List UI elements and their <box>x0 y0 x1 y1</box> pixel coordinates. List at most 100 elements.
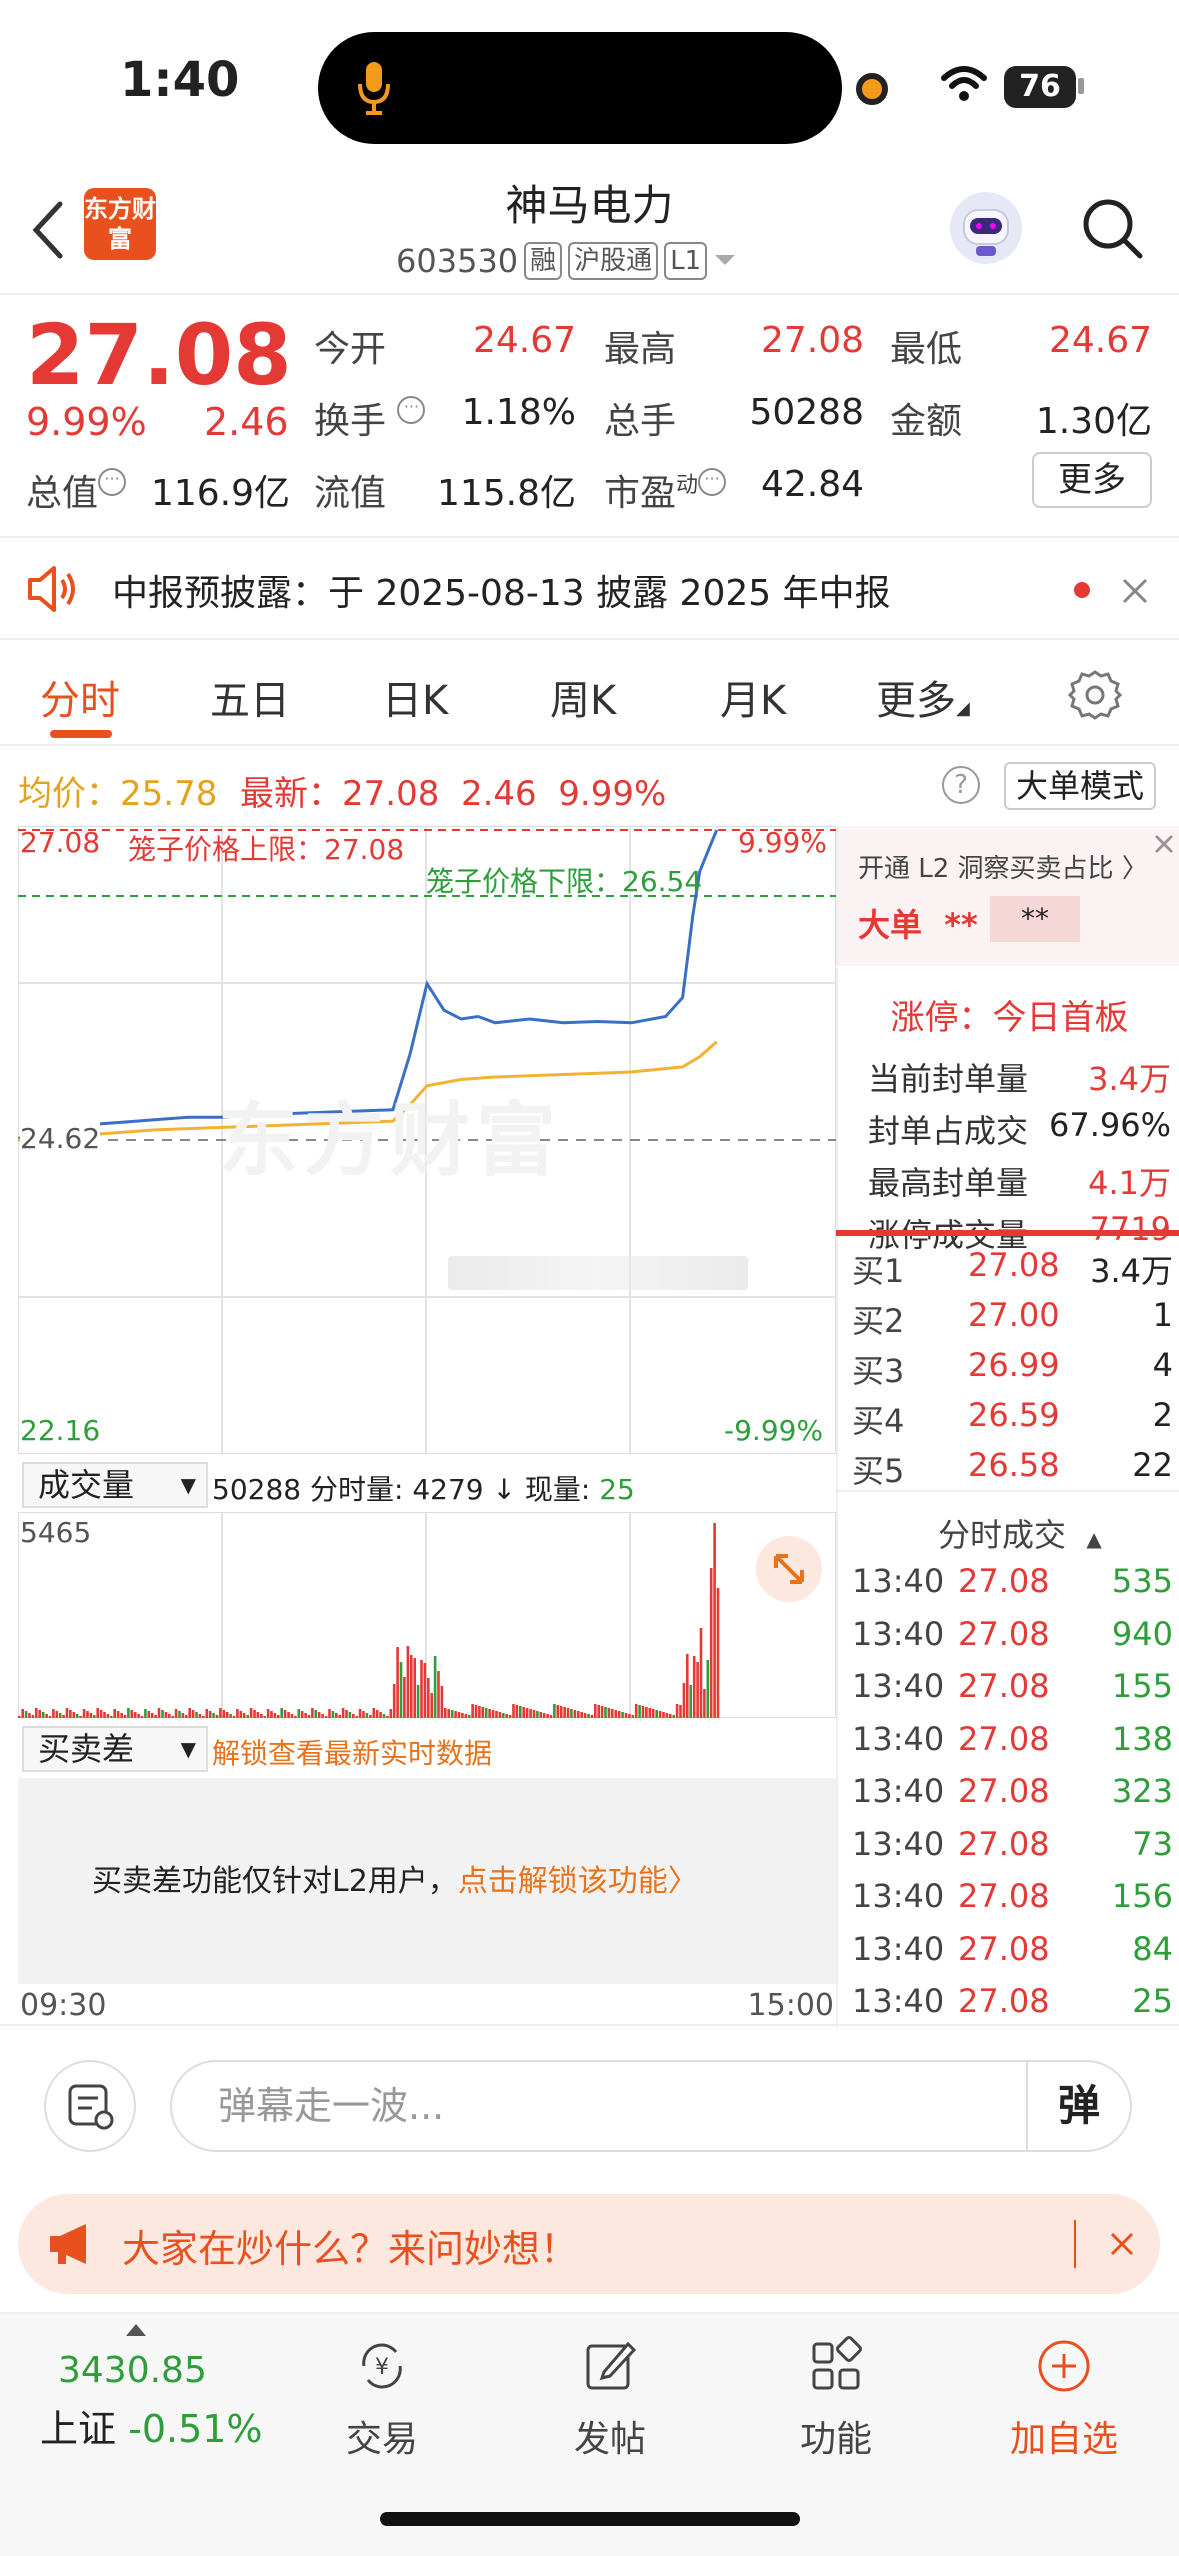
comment-bar: 弹幕走一波... 弹 <box>0 2024 1179 2174</box>
add-circle-icon <box>1038 2340 1090 2392</box>
volume-bar <box>208 1711 212 1718</box>
stock-code-row[interactable]: 603530 融 沪股通 L1 <box>396 242 737 280</box>
nav-add-watchlist[interactable]: 加自选 <box>984 2334 1144 2462</box>
volume-bar <box>198 1714 202 1718</box>
label-pe[interactable]: 市盈动 ··· <box>604 464 727 516</box>
volume-bar <box>331 1711 335 1718</box>
tab-monthly-k[interactable]: 月K <box>720 668 786 726</box>
trade-volume: 156 <box>1111 1877 1173 1915</box>
volume-bar <box>317 1712 321 1718</box>
nav-functions[interactable]: 功能 <box>756 2334 916 2462</box>
nav-trade[interactable]: ¥ 交易 <box>302 2334 462 2462</box>
volume-bar <box>280 1708 283 1718</box>
volume-bar <box>546 1714 549 1718</box>
unlock-link[interactable]: 点击解锁该功能〉 <box>458 1864 698 1899</box>
buy-sell-diff-header: 买卖差 ▼ 解锁查看最新实时数据 <box>18 1720 836 1776</box>
volume-bar <box>638 1705 641 1718</box>
message-settings-icon[interactable] <box>44 2060 136 2152</box>
volume-bar <box>355 1716 358 1718</box>
volume-bar <box>420 1660 423 1718</box>
volume-bar <box>41 1712 45 1718</box>
battery-tip <box>1078 78 1084 94</box>
intraday-chart[interactable]: 东方财富 27.08 笼子价格上限：27.08 9.99% 笼子价格下限：26.… <box>18 826 836 1454</box>
volume-bar <box>522 1707 525 1718</box>
label-turnover[interactable]: 换手 ··· <box>314 392 426 444</box>
unlock-hint[interactable]: 解锁查看最新实时数据 <box>212 1732 492 1772</box>
help-icon[interactable]: ? <box>942 766 980 804</box>
index-quote[interactable]: 上证 -0.51% <box>40 2398 263 2453</box>
volume-bar <box>362 1711 365 1718</box>
volume-bar <box>188 1708 191 1718</box>
bid-label: 买1 <box>852 1252 905 1290</box>
more-button[interactable]: 更多 <box>1032 452 1152 508</box>
volume-bar <box>553 1704 556 1718</box>
volume-bar <box>130 1710 134 1718</box>
volume-bar <box>75 1714 79 1718</box>
close-icon[interactable] <box>1152 832 1176 856</box>
value-turnover: 1.18% <box>461 392 576 433</box>
volume-bar <box>335 1713 338 1718</box>
svg-text:¥: ¥ <box>375 2355 389 2380</box>
ai-assistant-robot-icon[interactable] <box>950 192 1022 264</box>
volume-bar <box>672 1715 675 1718</box>
label-volume: 总手 <box>604 401 677 442</box>
volume-bar <box>488 1709 491 1718</box>
index-value[interactable]: 3430.85 <box>58 2350 207 2391</box>
volume-bar <box>713 1523 716 1718</box>
nav-post[interactable]: 发帖 <box>530 2334 690 2462</box>
volume-bar <box>164 1712 168 1718</box>
danmu-toggle-button[interactable]: 弹 <box>1026 2062 1130 2150</box>
volume-bar <box>96 1708 99 1718</box>
tab-intraday[interactable]: 分时 <box>40 668 120 726</box>
trade-price: 27.08 <box>958 1719 1050 1758</box>
trade-volume: 155 <box>1111 1667 1173 1705</box>
volume-bar <box>461 1713 464 1718</box>
quote-summary: 27.08 9.99% 2.46 今开 24.67 最高 27.08 最低 24… <box>0 296 1179 538</box>
volume-bar <box>18 1716 21 1718</box>
volume-bar <box>294 1716 297 1718</box>
volume-bar <box>658 1711 662 1718</box>
volume-selector[interactable]: 成交量 ▼ <box>22 1462 208 1508</box>
tab-5day[interactable]: 五日 <box>210 668 290 726</box>
trade-price: 27.08 <box>958 1929 1050 1968</box>
diff-selector[interactable]: 买卖差 ▼ <box>22 1726 208 1772</box>
volume-chart: 5465 <box>18 1512 836 1718</box>
notice-bar[interactable]: 中报预披露：于 2025-08-13 披露 2025 年中报 <box>0 540 1179 640</box>
volume-bar <box>508 1715 512 1718</box>
label-mktcap[interactable]: 总值 ··· <box>26 464 127 516</box>
volume-bar <box>229 1714 232 1718</box>
tab-more[interactable]: 更多◢ <box>876 668 970 726</box>
value-volume: 50288 <box>749 392 864 433</box>
volume-bar <box>410 1655 413 1718</box>
volume-bar <box>515 1705 519 1718</box>
expand-icon[interactable] <box>756 1536 822 1602</box>
l2-promo[interactable]: 开通 L2 洞察买卖占比 〉 大单 ** ** <box>836 826 1179 966</box>
volume-bar <box>31 1715 35 1718</box>
volume-bar <box>144 1709 147 1718</box>
close-icon[interactable] <box>1120 576 1150 606</box>
search-icon[interactable] <box>1080 196 1144 260</box>
ask-ai-banner[interactable]: 大家在炒什么？来问妙想！ <box>18 2194 1160 2294</box>
big-order-mode-button[interactable]: 大单模式 <box>1004 762 1156 810</box>
tab-weekly-k[interactable]: 周K <box>550 668 616 726</box>
volume-bar <box>270 1711 273 1718</box>
danmu-input[interactable]: 弹幕走一波... <box>170 2060 1132 2152</box>
settings-gear-icon[interactable] <box>1068 668 1122 722</box>
banner-divider <box>1074 2220 1076 2268</box>
volume-bar <box>549 1715 553 1718</box>
volume-bar <box>457 1712 461 1718</box>
volume-bar <box>127 1708 130 1718</box>
tab-daily-k[interactable]: 日K <box>382 668 448 726</box>
volume-bar <box>716 1588 720 1718</box>
top-price-label: 27.08 <box>20 826 101 859</box>
bid-volume: 3.4万 <box>1090 1252 1173 1290</box>
prev-close-label: 24.62 <box>20 1122 101 1155</box>
nav-add-watchlist-label: 加自选 <box>1009 2419 1118 2460</box>
volume-bar <box>287 1712 290 1718</box>
value-float: 115.8亿 <box>436 473 576 514</box>
trades-title[interactable]: 分时成交 ▲ <box>938 1510 1102 1556</box>
microphone-icon <box>358 62 390 115</box>
volume-bar <box>253 1710 256 1718</box>
volume-bar <box>403 1677 406 1718</box>
close-icon[interactable] <box>1108 2230 1136 2258</box>
